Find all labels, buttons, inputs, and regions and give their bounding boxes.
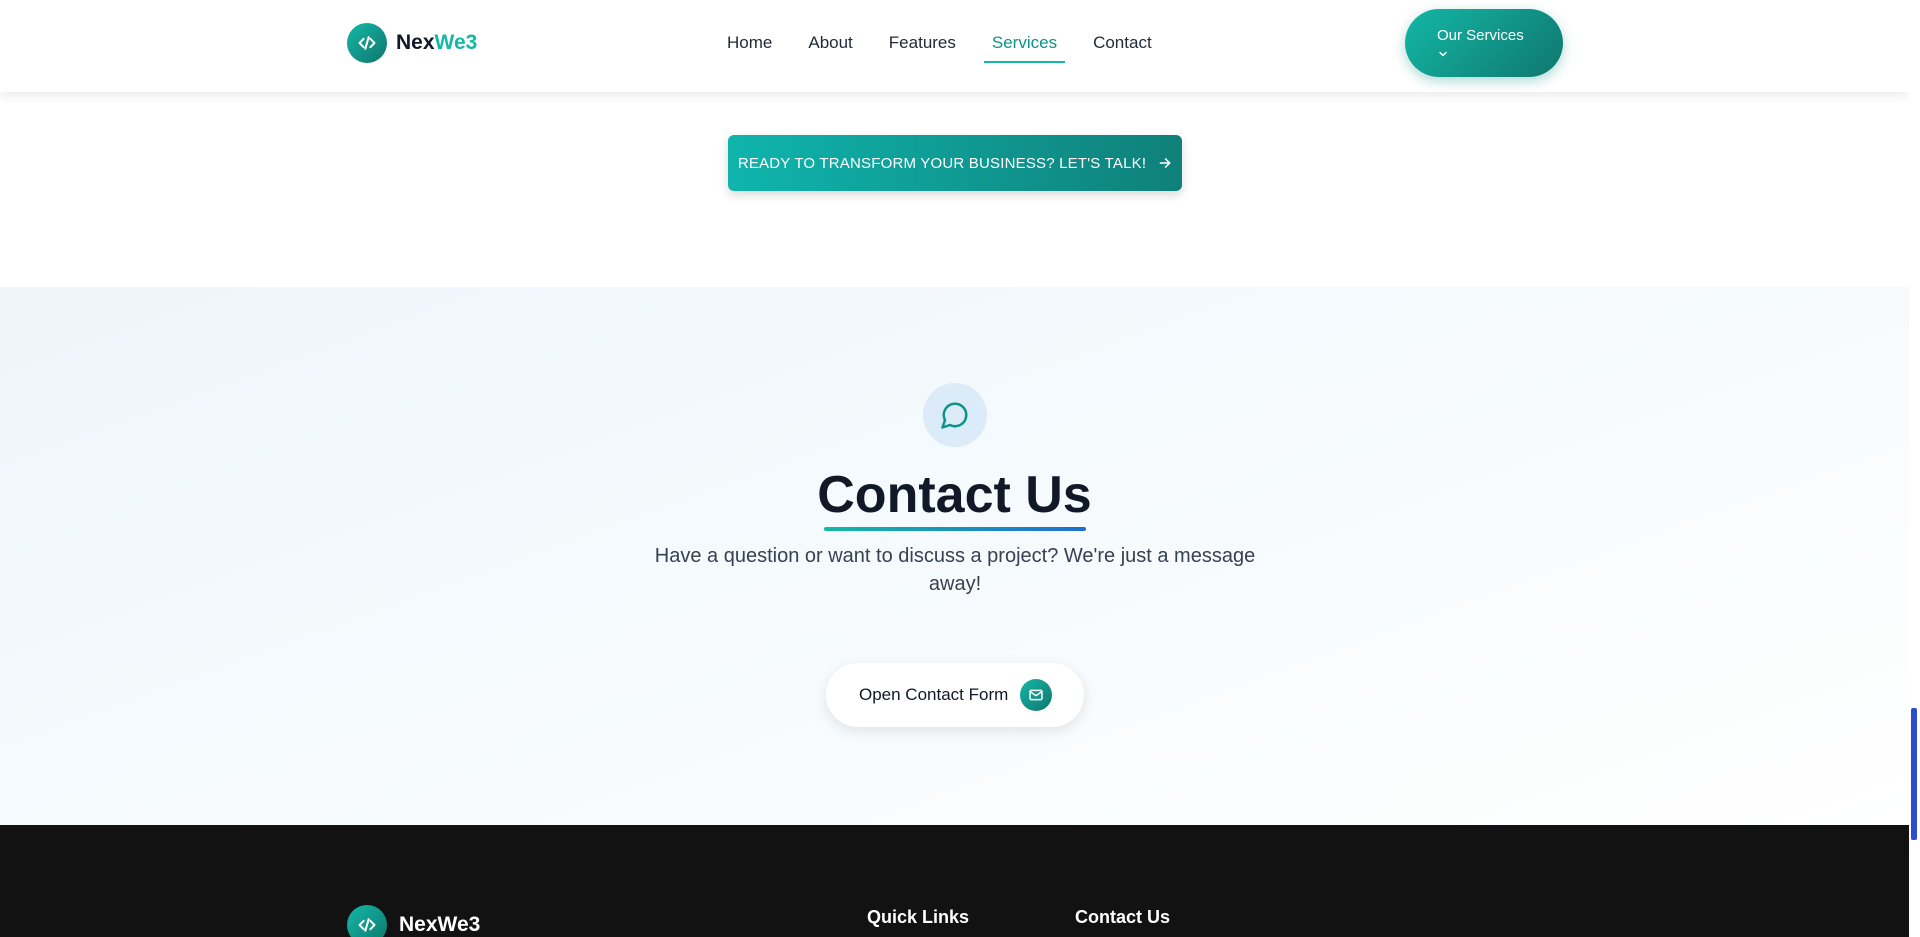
title-underline: [824, 527, 1086, 531]
open-contact-form-label: Open Contact Form: [859, 685, 1009, 704]
page-scrollbar[interactable]: [1909, 0, 1920, 937]
nav-services[interactable]: Services: [983, 26, 1066, 63]
site-logo[interactable]: NexWe3: [347, 23, 477, 63]
nav-home[interactable]: Home: [719, 26, 780, 63]
main-nav: Home About Features Services Contact: [719, 26, 1180, 63]
scrollbar-thumb[interactable]: [1911, 708, 1917, 840]
contact-subtitle: Have a question or want to discuss a pro…: [654, 545, 1256, 595]
footer-logo-text: NexWe3: [399, 913, 481, 936]
contact-title: Contact Us: [817, 466, 1092, 524]
code-icon: [347, 23, 387, 63]
logo-text: NexWe3: [396, 31, 478, 54]
our-services-label: Our Services: [1437, 27, 1524, 44]
contact-section: Contact Us Have a question or want to di…: [0, 287, 1909, 825]
footer-logo[interactable]: NexWe3: [347, 905, 480, 937]
code-icon: [347, 905, 387, 937]
open-contact-form-button[interactable]: Open Contact Form: [826, 663, 1084, 727]
site-footer: NexWe3 Quick Links Contact Us: [0, 825, 1909, 937]
chat-bubble-icon: [923, 383, 987, 447]
cta-section: READY TO TRANSFORM YOUR BUSINESS? LET'S …: [0, 92, 1909, 287]
footer-quick-links-heading: Quick Links: [867, 907, 970, 927]
our-services-button[interactable]: Our Services: [1405, 9, 1563, 77]
nav-features[interactable]: Features: [881, 26, 964, 63]
lets-talk-button[interactable]: READY TO TRANSFORM YOUR BUSINESS? LET'S …: [728, 135, 1182, 191]
chevron-down-icon: [1437, 47, 1563, 64]
page: NexWe3 Home About Features Services Cont…: [0, 0, 1909, 937]
site-header: NexWe3 Home About Features Services Cont…: [0, 0, 1909, 92]
nav-about[interactable]: About: [800, 26, 860, 63]
arrow-right-icon: [1158, 156, 1172, 170]
nav-contact[interactable]: Contact: [1085, 26, 1160, 63]
lets-talk-label: READY TO TRANSFORM YOUR BUSINESS? LET'S …: [737, 154, 1147, 172]
mail-icon: [1020, 679, 1053, 711]
footer-contact-heading: Contact Us: [1075, 907, 1171, 927]
